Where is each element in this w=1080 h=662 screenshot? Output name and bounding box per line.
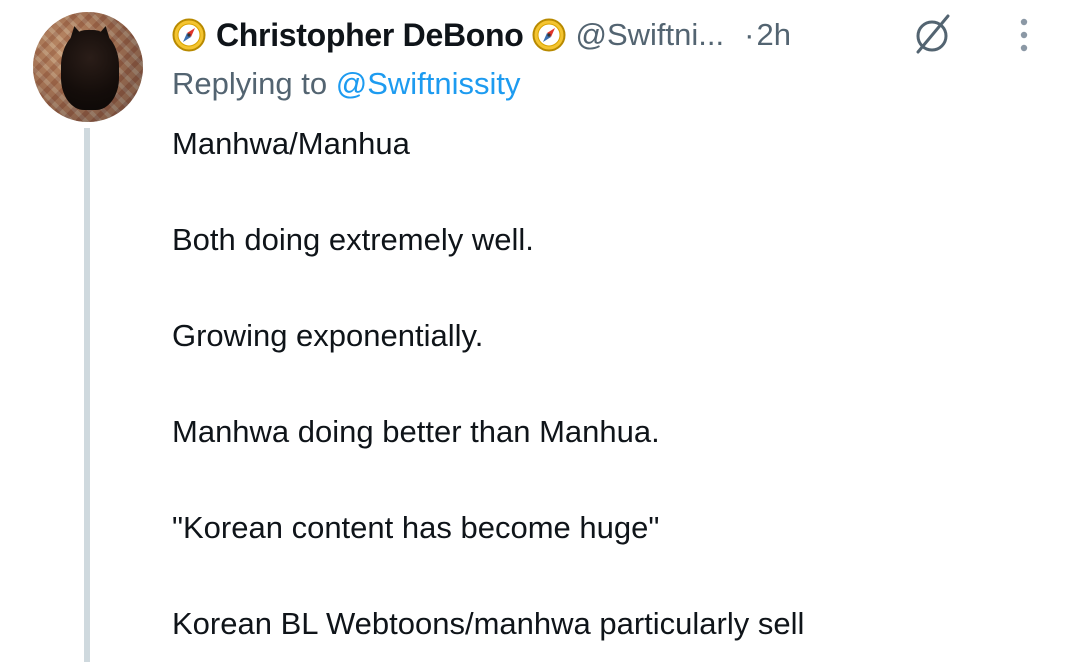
avatar[interactable] [33,12,143,122]
timestamp[interactable]: 2h [756,17,790,53]
thread-line [84,128,90,662]
separator-dot: · [744,17,755,52]
more-vertical-icon[interactable] [1012,16,1036,56]
author-handle[interactable]: @Swiftni... [576,17,725,53]
compass-icon [532,18,565,52]
tweet-paragraph: Manhwa doing better than Manhua. [172,414,660,449]
compass-icon [172,18,206,52]
avatar-cat [61,30,119,110]
tweet-paragraph: Korean BL Webtoons/manhwa particularly s… [172,606,805,641]
tweet-paragraph: Growing exponentially. [172,318,484,353]
empty-set-icon [916,14,950,54]
tweet-text: Manhwa/Manhua Both doing extremely well.… [172,120,1052,648]
tweet-paragraph: Both doing extremely well. [172,222,534,257]
replying-to: Replying to @Swiftnissity [172,66,521,102]
replying-mention-link[interactable]: @Swiftnissity [336,66,521,101]
replying-prefix: Replying to [172,66,328,101]
tweet-paragraph: Manhwa/Manhua [172,126,410,161]
tweet-paragraph: "Korean content has become huge" [172,510,660,545]
tweet-header: Christopher DeBono @Swiftni... · 2h [172,10,791,60]
author-name[interactable]: Christopher DeBono [216,17,524,54]
